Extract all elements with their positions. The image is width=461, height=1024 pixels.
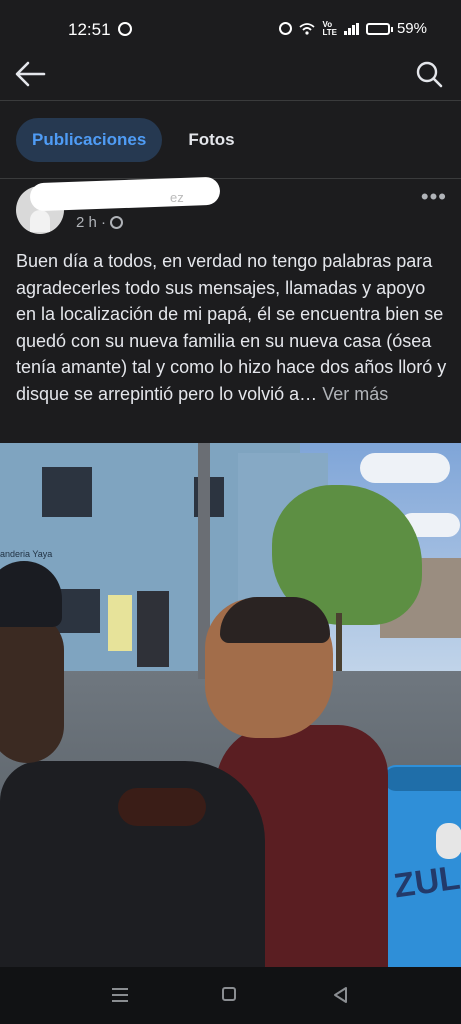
tabs-divider: [0, 178, 461, 179]
top-nav: [0, 48, 461, 100]
signal-icon: [343, 22, 359, 35]
photo-sleeve: [118, 788, 206, 826]
photo-door: [137, 591, 169, 667]
see-more-link[interactable]: Ver más: [322, 384, 388, 404]
post-time[interactable]: 2 h ·: [76, 214, 106, 231]
status-icons: Vo LTE 59%: [279, 20, 427, 37]
recent-apps-icon[interactable]: [112, 988, 128, 1002]
photo-tree-trunk: [336, 613, 342, 675]
photo-man-hair: [220, 597, 330, 643]
battery-icon: [365, 22, 393, 35]
photo-poster: [108, 595, 132, 651]
photo-barrel-rim: [384, 767, 461, 791]
globe-icon: [110, 216, 124, 229]
back-arrow-icon[interactable]: [14, 60, 46, 88]
whatsapp-icon: [118, 22, 132, 36]
post-body-text: Buen día a todos, en verdad no tengo pal…: [16, 251, 447, 404]
status-time: 12:51: [68, 20, 111, 39]
author-name-visible-part: ez: [170, 190, 184, 205]
more-options-icon[interactable]: •••: [421, 184, 447, 210]
back-triangle-icon[interactable]: [332, 986, 348, 1004]
tab-publicaciones[interactable]: Publicaciones: [16, 118, 163, 162]
profile-tabs: Publicaciones Fotos: [16, 118, 251, 162]
tab-fotos[interactable]: Fotos: [172, 118, 250, 162]
wifi-icon: [299, 22, 316, 35]
post-body: Buen día a todos, en verdad no tengo pal…: [16, 248, 448, 407]
photo-cloud: [360, 453, 450, 483]
author-name-redaction: [29, 176, 221, 212]
photo-window: [42, 467, 92, 517]
battery-percent: 59%: [396, 20, 427, 37]
search-icon[interactable]: [415, 60, 443, 88]
photo-shop-sign: anderia Yaya: [0, 549, 53, 559]
post-meta: 2 h ·: [76, 214, 124, 231]
header-divider: [0, 100, 461, 101]
post-photo[interactable]: anderia Yaya ZUL: [0, 443, 461, 967]
home-icon[interactable]: [222, 987, 236, 1001]
photo-sticker: [436, 823, 461, 859]
photo-officer-hair: [0, 613, 64, 763]
alarm-icon: [279, 22, 293, 35]
volte-indicator: Vo LTE: [322, 19, 337, 37]
system-nav-bar: [0, 967, 461, 1024]
